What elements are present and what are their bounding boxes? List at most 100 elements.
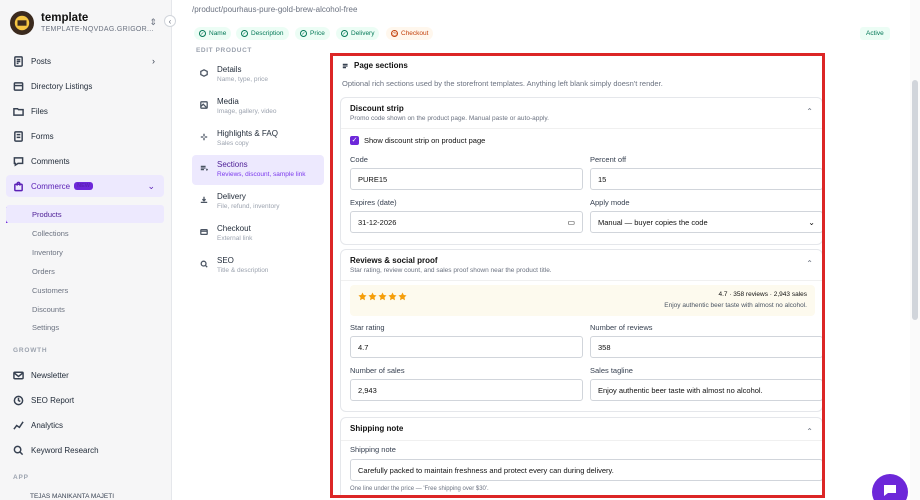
edit-tab-subtitle: Sales copy: [217, 140, 249, 147]
page-sections-panel: Page sections Optional rich sections use…: [330, 53, 825, 498]
chevron-down-icon: ⌄: [808, 217, 815, 227]
edit-tab-seo[interactable]: SEO Title & description: [192, 251, 324, 281]
expires-label: Expires (date): [350, 198, 397, 207]
checkbox-label: Show discount strip on product page: [364, 136, 486, 145]
check-chip-name[interactable]: ✓ Name: [194, 27, 232, 40]
sidebar-item-directory-listings[interactable]: Directory Listings: [6, 75, 164, 97]
edit-tab-sections[interactable]: Sections Reviews, discount, sample link: [192, 155, 324, 185]
edit-tab-details[interactable]: Details Name, type, price: [192, 60, 324, 90]
sales-tagline-input[interactable]: Enjoy authentic beer taste with almost n…: [590, 379, 822, 401]
code-input[interactable]: PURE15: [350, 168, 583, 190]
shipping-note-value: Carefully packed to maintain freshness a…: [358, 465, 614, 475]
scrollbar[interactable]: [910, 0, 920, 500]
card-icon: [200, 228, 208, 236]
percent-input[interactable]: 15: [590, 168, 822, 190]
expires-date-input[interactable]: 31-12-2026 ▭: [350, 211, 583, 233]
card-subtitle: Promo code shown on the product page. Ma…: [350, 115, 549, 122]
bag-icon: [14, 181, 23, 191]
sales-count-input[interactable]: 2,943: [350, 379, 583, 401]
edit-tab-subtitle: External link: [217, 235, 253, 242]
expires-value: 31-12-2026: [358, 217, 397, 227]
sidebar-item-label: Files: [31, 106, 48, 116]
show-discount-checkbox[interactable]: ✓ Show discount strip on product page: [350, 136, 485, 145]
edit-tab-subtitle: File, refund, inventory: [217, 203, 280, 210]
sidebar-item-commerce[interactable]: Commerce NEW ⌄: [6, 175, 164, 197]
code-value: PURE15: [358, 174, 388, 184]
download-icon: [200, 196, 208, 204]
edit-tab-title: SEO: [217, 256, 234, 265]
user-name[interactable]: TEJAS MANIKANTA MAJETI: [30, 493, 114, 500]
sidebar-item-seo-report[interactable]: SEO Report: [6, 389, 164, 411]
shipping-note-input[interactable]: Carefully packed to maintain freshness a…: [350, 459, 822, 481]
edit-tab-title: Media: [217, 97, 239, 106]
card-divider: [341, 440, 822, 441]
workspace-switcher[interactable]: template TEMPLATE-NQVDAG.GRIGOR... ⇕: [10, 8, 165, 38]
review-count-input[interactable]: 358: [590, 336, 822, 358]
sidebar-item-label: Posts: [31, 56, 52, 66]
edit-tab-highlights[interactable]: Highlights & FAQ Sales copy: [192, 124, 324, 154]
collapse-sidebar-icon[interactable]: ‹: [164, 15, 176, 27]
check-chip-price[interactable]: ✓ Price: [295, 27, 330, 40]
chat-icon: [884, 485, 896, 496]
scrollbar-thumb[interactable]: [912, 80, 918, 320]
sidebar-item-newsletter[interactable]: Newsletter: [6, 364, 164, 386]
edit-tab-title: Sections: [217, 160, 248, 169]
sidebar-item-label: SEO Report: [31, 395, 75, 405]
sidebar-item-analytics[interactable]: Analytics: [6, 414, 164, 436]
sidebar-subitem-customers[interactable]: Customers: [6, 281, 164, 299]
star-rating: [358, 292, 408, 301]
sidebar-item-label: Analytics: [31, 420, 64, 430]
sidebar-subitem-products[interactable]: Products: [6, 205, 164, 223]
edit-tab-title: Delivery: [217, 192, 246, 201]
main-content: /product/pourhaus-pure-gold-brew-alcohol…: [172, 0, 920, 500]
check-icon: ✓: [341, 30, 348, 37]
group-label-growth: GROWTH: [13, 347, 48, 354]
check-chip-delivery[interactable]: ✓ Delivery: [336, 27, 380, 40]
sidebar-item-comments[interactable]: Comments: [6, 150, 164, 172]
star-rating-input[interactable]: 4.7: [350, 336, 583, 358]
edit-tab-media[interactable]: Media Image, gallery, video: [192, 92, 324, 122]
card-subtitle: Star rating, review count, and sales pro…: [350, 267, 552, 274]
check-chip-description[interactable]: ✓ Description: [236, 27, 289, 40]
chevron-up-icon[interactable]: ⌃: [806, 427, 813, 436]
sidebar-item-label: Newsletter: [31, 370, 69, 380]
edit-menu-label: EDIT PRODUCT: [196, 47, 252, 54]
sidebar-subitem-collections[interactable]: Collections: [6, 224, 164, 242]
directory-icon: [13, 81, 24, 91]
sidebar-subitem-settings[interactable]: Settings: [6, 318, 164, 336]
shipping-note-hint: One line under the price — 'Free shippin…: [350, 486, 489, 492]
check-icon: ✓: [300, 30, 307, 37]
chip-label: Name: [209, 30, 227, 37]
edit-tab-delivery[interactable]: Delivery File, refund, inventory: [192, 187, 324, 217]
sidebar-item-label: Forms: [31, 131, 54, 141]
sales-count-label: Number of sales: [350, 366, 405, 375]
sidebar-subitem-orders[interactable]: Orders: [6, 262, 164, 280]
sidebar-subitem-inventory[interactable]: Inventory: [6, 243, 164, 261]
chip-label: Checkout: [401, 30, 429, 37]
star-icon: [358, 292, 367, 301]
chevron-up-icon[interactable]: ⌃: [806, 107, 813, 116]
sparkle-icon: [200, 133, 208, 141]
sidebar-item-label: Keyword Research: [31, 445, 99, 455]
chevron-up-icon[interactable]: ⌃: [806, 259, 813, 268]
product-url-path: /product/pourhaus-pure-gold-brew-alcohol…: [192, 5, 358, 14]
calendar-icon[interactable]: ▭: [567, 218, 575, 227]
edit-tab-subtitle: Image, gallery, video: [217, 108, 277, 115]
star-rating-label: Star rating: [350, 323, 385, 332]
edit-tab-checkout[interactable]: Checkout External link: [192, 219, 324, 249]
apply-mode-select[interactable]: Manual — buyer copies the code ⌄: [590, 211, 822, 233]
comments-icon: [13, 156, 24, 167]
code-label: Code: [350, 155, 368, 164]
sidebar-item-keyword-research[interactable]: Keyword Research: [6, 439, 164, 461]
sidebar-subitem-discounts[interactable]: Discounts: [6, 300, 164, 318]
sidebar-item-forms[interactable]: Forms: [6, 125, 164, 147]
chip-label: Delivery: [351, 30, 375, 37]
sidebar-item-files[interactable]: Files: [6, 100, 164, 122]
review-count-label: Number of reviews: [590, 323, 653, 332]
sidebar-item-posts[interactable]: Posts ›: [6, 50, 164, 72]
reviews-card: Reviews & social proof Star rating, revi…: [340, 249, 822, 412]
check-chip-checkout[interactable]: ◷ Checkout: [386, 27, 434, 40]
group-label-app: APP: [13, 474, 29, 481]
edit-tab-title: Details: [217, 65, 242, 74]
card-title: Discount strip: [350, 104, 404, 113]
